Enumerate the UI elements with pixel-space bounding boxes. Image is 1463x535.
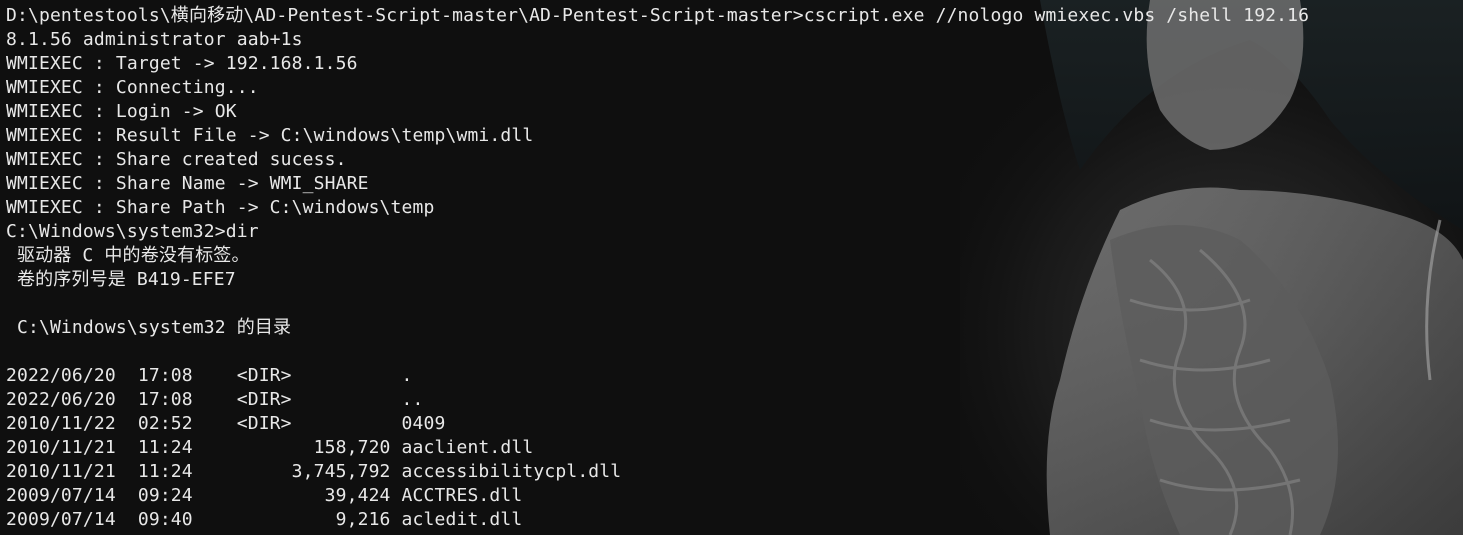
terminal-output[interactable]: D:\pentestools\横向移动\AD-Pentest-Script-ma… bbox=[6, 4, 1461, 532]
output-line: C:\Windows\system32 的目录 bbox=[6, 317, 292, 338]
dir-listing-row: 2010/11/22 02:52 <DIR> 0409 bbox=[6, 413, 446, 434]
dir-listing-row: 2022/06/20 17:08 <DIR> . bbox=[6, 365, 413, 386]
output-line: WMIEXEC : Share created sucess. bbox=[6, 149, 347, 170]
output-line: WMIEXEC : Connecting... bbox=[6, 77, 259, 98]
dir-listing-row: 2010/11/21 11:24 158,720 aaclient.dll bbox=[6, 437, 534, 458]
dir-listing-row: 2010/11/21 11:24 3,745,792 accessibility… bbox=[6, 461, 622, 482]
output-line: 驱动器 C 中的卷没有标签。 bbox=[6, 245, 250, 266]
dir-listing-row: 2009/07/14 09:40 9,216 acledit.dll bbox=[6, 509, 523, 530]
command-line-wrap: 8.1.56 administrator aab+1s bbox=[6, 29, 303, 50]
prompt-line: C:\Windows\system32>dir bbox=[6, 221, 259, 242]
output-line: 卷的序列号是 B419-EFE7 bbox=[6, 269, 236, 290]
dir-listing-row: 2022/06/20 17:08 <DIR> .. bbox=[6, 389, 424, 410]
dir-listing-row: 2009/07/14 09:24 39,424 ACCTRES.dll bbox=[6, 485, 523, 506]
terminal-window[interactable]: D:\pentestools\横向移动\AD-Pentest-Script-ma… bbox=[0, 0, 1463, 535]
output-line: WMIEXEC : Target -> 192.168.1.56 bbox=[6, 53, 358, 74]
output-line: WMIEXEC : Login -> OK bbox=[6, 101, 237, 122]
output-line: WMIEXEC : Share Path -> C:\windows\temp bbox=[6, 197, 435, 218]
command-line: D:\pentestools\横向移动\AD-Pentest-Script-ma… bbox=[6, 5, 1310, 26]
output-line: WMIEXEC : Share Name -> WMI_SHARE bbox=[6, 173, 369, 194]
output-line: WMIEXEC : Result File -> C:\windows\temp… bbox=[6, 125, 534, 146]
